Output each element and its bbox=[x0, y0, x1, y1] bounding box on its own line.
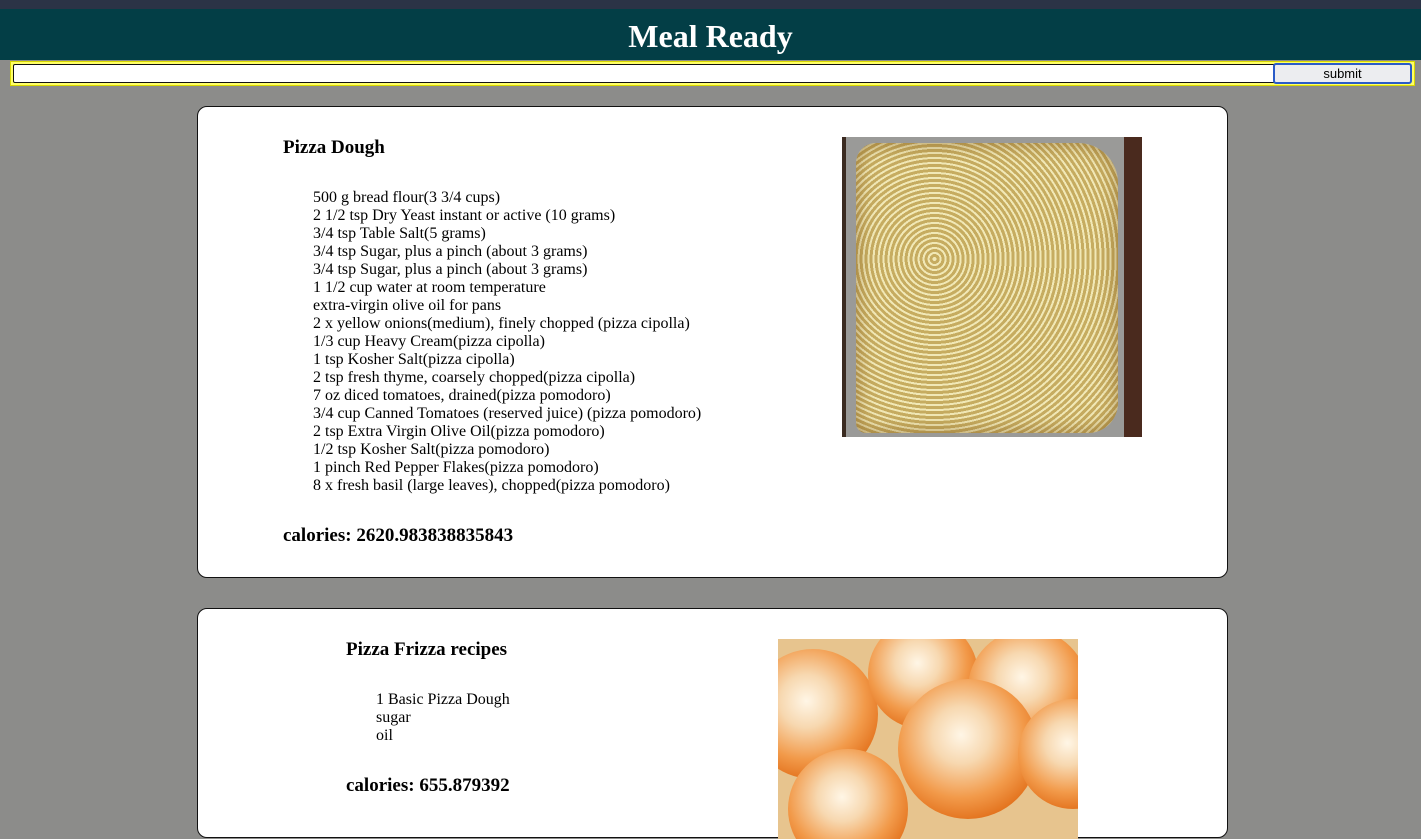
ingredient-item: 1 pinch Red Pepper Flakes(pizza pomodoro… bbox=[313, 459, 599, 476]
ingredient-item: 7 oz diced tomatoes, drained(pizza pomod… bbox=[313, 387, 611, 404]
recipe-title: Pizza Dough bbox=[283, 137, 385, 158]
recipe-calories: calories: 2620.983838835843 bbox=[283, 525, 514, 546]
pizza-frizza-image bbox=[778, 639, 1078, 839]
top-strip bbox=[0, 0, 1421, 9]
recipe-card: Pizza Frizza recipes 1 Basic Pizza Dough… bbox=[197, 608, 1228, 839]
ingredient-item: extra-virgin olive oil for pans bbox=[313, 297, 502, 314]
ingredient-item: 3/4 tsp Sugar, plus a pinch (about 3 gra… bbox=[313, 261, 588, 278]
ingredient-item: 8 x fresh basil (large leaves), chopped(… bbox=[313, 477, 670, 494]
ingredient-list: 1 Basic Pizza Dough sugar oil bbox=[376, 691, 510, 745]
ingredient-list: 500 g bread flour(3 3/4 cups) 2 1/2 tsp D… bbox=[313, 189, 701, 495]
ingredient-item: 3/4 tsp Table Salt(5 grams) bbox=[313, 225, 486, 242]
app-header: Meal Ready bbox=[0, 9, 1421, 60]
ingredient-item: 2 tsp Extra Virgin Olive Oil(pizza pomod… bbox=[313, 423, 605, 440]
ingredient-item: 1 Basic Pizza Dough bbox=[376, 691, 510, 708]
ingredient-item: oil bbox=[376, 727, 393, 744]
fried-dough-ball bbox=[898, 679, 1038, 819]
ingredient-item: 2 1/2 tsp Dry Yeast instant or active (1… bbox=[313, 207, 616, 224]
search-form: submit bbox=[10, 61, 1415, 86]
search-input[interactable] bbox=[13, 64, 1275, 83]
ingredient-item: 1 1/2 cup water at room temperature bbox=[313, 279, 546, 296]
table-edge-shape bbox=[1124, 137, 1142, 437]
ingredient-item: 2 tsp fresh thyme, coarsely chopped(pizz… bbox=[313, 369, 636, 386]
ingredient-item: 2 x yellow onions(medium), finely choppe… bbox=[313, 315, 690, 332]
recipe-calories: calories: 655.879392 bbox=[346, 775, 510, 796]
ingredient-item: 3/4 cup Canned Tomatoes (reserved juice)… bbox=[313, 405, 702, 422]
onion-pizza-shape bbox=[856, 143, 1118, 433]
recipe-card: Pizza Dough 500 g bread flour(3 3/4 cups… bbox=[197, 106, 1228, 578]
recipe-title: Pizza Frizza recipes bbox=[346, 639, 508, 660]
app-title: Meal Ready bbox=[628, 17, 793, 54]
ingredient-item: 3/4 tsp Sugar, plus a pinch (about 3 gra… bbox=[313, 243, 588, 260]
submit-button[interactable]: submit bbox=[1273, 63, 1412, 84]
ingredient-item: 500 g bread flour(3 3/4 cups) bbox=[313, 189, 501, 206]
ingredient-item: 1/3 cup Heavy Cream(pizza cipolla) bbox=[313, 333, 545, 350]
ingredient-item: sugar bbox=[376, 709, 411, 726]
pizza-dough-image bbox=[842, 137, 1142, 437]
ingredient-item: 1 tsp Kosher Salt(pizza cipolla) bbox=[313, 351, 515, 368]
ingredient-item: 1/2 tsp Kosher Salt(pizza pomodoro) bbox=[313, 441, 550, 458]
